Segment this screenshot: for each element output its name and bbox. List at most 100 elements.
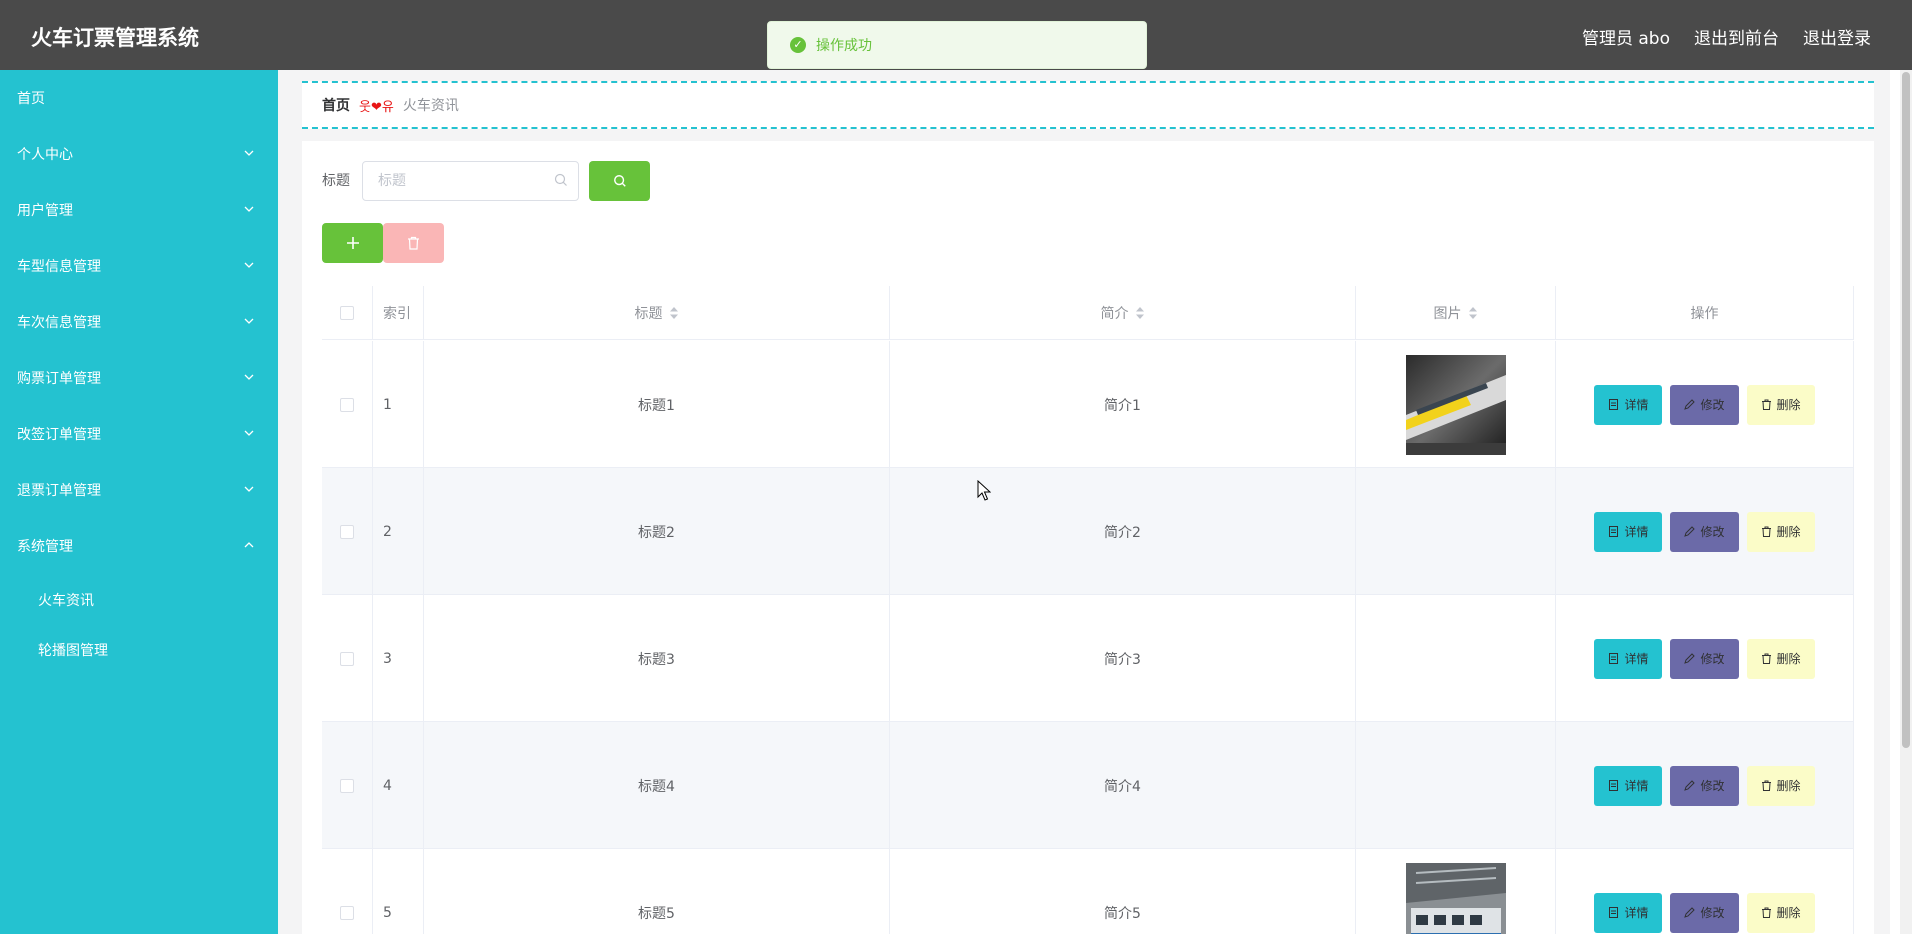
header-image[interactable]: 图片 bbox=[1356, 286, 1556, 340]
table-header: 索引 标题 简介 图片 操作 bbox=[322, 286, 1854, 340]
success-toast: ✓ 操作成功 bbox=[767, 21, 1147, 69]
detail-button[interactable]: 详情 bbox=[1594, 384, 1663, 425]
sidebar-item-train-schedule[interactable]: 车次信息管理 bbox=[0, 294, 278, 350]
sort-icon[interactable] bbox=[669, 306, 679, 320]
header-title[interactable]: 标题 bbox=[424, 286, 890, 340]
sidebar-item-label: 购票订单管理 bbox=[17, 371, 101, 387]
delete-button[interactable]: 删除 bbox=[1746, 384, 1815, 425]
detail-button[interactable]: 详情 bbox=[1594, 511, 1663, 552]
search-button[interactable] bbox=[589, 161, 650, 201]
sidebar-item-ticket-orders[interactable]: 购票订单管理 bbox=[0, 350, 278, 406]
row-checkbox[interactable] bbox=[340, 778, 354, 793]
sidebar-item-label: 系统管理 bbox=[17, 539, 73, 555]
table-row: 3 标题3 简介3 详情 修改 删除 bbox=[322, 595, 1854, 722]
header-intro[interactable]: 简介 bbox=[890, 286, 1356, 340]
row-image-cell bbox=[1356, 341, 1556, 468]
table-row: 2 标题2 简介2 详情 修改 删除 bbox=[322, 468, 1854, 595]
delete-button[interactable]: 删除 bbox=[1746, 511, 1815, 552]
header-image-label: 图片 bbox=[1433, 306, 1462, 322]
delete-button-label: 删除 bbox=[1776, 652, 1801, 666]
admin-user-label[interactable]: 管理员 abo bbox=[1582, 24, 1670, 49]
add-button[interactable] bbox=[322, 223, 383, 263]
trash-icon bbox=[1761, 526, 1771, 537]
document-icon bbox=[1609, 653, 1619, 664]
row-checkbox[interactable] bbox=[340, 905, 354, 920]
row-title: 标题1 bbox=[424, 341, 890, 468]
sidebar-subitem-carousel-management[interactable]: 轮播图管理 bbox=[0, 625, 278, 675]
row-checkbox[interactable] bbox=[340, 651, 354, 666]
row-intro: 简介1 bbox=[890, 341, 1356, 468]
delete-button[interactable]: 删除 bbox=[1746, 892, 1815, 933]
sort-icon[interactable] bbox=[1468, 306, 1478, 320]
edit-button[interactable]: 修改 bbox=[1670, 892, 1739, 933]
header-index: 索引 bbox=[373, 286, 424, 340]
row-image-cell bbox=[1356, 468, 1556, 595]
sidebar-item-personal-center[interactable]: 个人中心 bbox=[0, 126, 278, 182]
table-row: 5 标题5 简介5 详情 修改 删除 bbox=[322, 849, 1854, 934]
row-checkbox[interactable] bbox=[340, 524, 354, 539]
train-thumbnail-image[interactable] bbox=[1405, 354, 1506, 455]
delete-button[interactable]: 删除 bbox=[1746, 765, 1815, 806]
plus-icon bbox=[346, 237, 359, 249]
edit-button[interactable]: 修改 bbox=[1670, 638, 1739, 679]
sidebar-item-change-orders[interactable]: 改签订单管理 bbox=[0, 406, 278, 462]
row-title: 标题3 bbox=[424, 595, 890, 722]
row-actions-cell: 详情 修改 删除 bbox=[1556, 849, 1854, 934]
table-row: 4 标题4 简介4 详情 修改 删除 bbox=[322, 722, 1854, 849]
chevron-down-icon bbox=[244, 374, 254, 380]
detail-button[interactable]: 详情 bbox=[1594, 892, 1663, 933]
chevron-down-icon bbox=[244, 486, 254, 492]
sidebar-item-train-model[interactable]: 车型信息管理 bbox=[0, 238, 278, 294]
edit-button[interactable]: 修改 bbox=[1670, 765, 1739, 806]
breadcrumb-home[interactable]: 首页 bbox=[322, 95, 350, 115]
detail-button[interactable]: 详情 bbox=[1594, 638, 1663, 679]
trash-icon bbox=[1761, 399, 1771, 410]
header-actions: 操作 bbox=[1556, 286, 1854, 340]
row-intro: 简介5 bbox=[890, 849, 1356, 934]
train-station-thumbnail-image[interactable] bbox=[1405, 862, 1506, 934]
delete-button[interactable]: 删除 bbox=[1746, 638, 1815, 679]
sidebar-item-system-management[interactable]: 系统管理 bbox=[0, 518, 278, 574]
sidebar-item-user-management[interactable]: 用户管理 bbox=[0, 182, 278, 238]
row-title: 标题4 bbox=[424, 722, 890, 849]
edit-button[interactable]: 修改 bbox=[1670, 511, 1739, 552]
app-title: 火车订票管理系统 bbox=[31, 26, 199, 50]
document-icon bbox=[1609, 399, 1619, 410]
trash-icon bbox=[1761, 653, 1771, 664]
edit-button-label: 修改 bbox=[1700, 779, 1725, 793]
trash-icon bbox=[1761, 907, 1771, 918]
chevron-down-icon bbox=[244, 262, 254, 268]
detail-button[interactable]: 详情 bbox=[1594, 765, 1663, 806]
row-image-cell bbox=[1356, 722, 1556, 849]
success-icon: ✓ bbox=[790, 37, 806, 53]
delete-button-label: 删除 bbox=[1776, 779, 1801, 793]
logout-link[interactable]: 退出登录 bbox=[1803, 24, 1871, 49]
sidebar-subitem-train-news[interactable]: 火车资讯 bbox=[0, 575, 278, 625]
search-input[interactable] bbox=[362, 161, 579, 201]
document-icon bbox=[1609, 526, 1619, 537]
edit-button[interactable]: 修改 bbox=[1670, 384, 1739, 425]
back-to-front-link[interactable]: 退出到前台 bbox=[1694, 24, 1779, 49]
search-icon bbox=[554, 173, 567, 186]
header-title-label: 标题 bbox=[634, 306, 663, 322]
page-scrollbar[interactable] bbox=[1900, 70, 1912, 934]
scrollbar-thumb[interactable] bbox=[1902, 72, 1910, 748]
sidebar-item-home[interactable]: 首页 bbox=[0, 70, 278, 126]
search-icon bbox=[613, 175, 626, 187]
batch-delete-button[interactable] bbox=[383, 223, 444, 263]
document-icon bbox=[1609, 907, 1619, 918]
edit-button-label: 修改 bbox=[1700, 906, 1725, 920]
row-actions-cell: 详情 修改 删除 bbox=[1556, 595, 1854, 722]
detail-button-label: 详情 bbox=[1624, 779, 1649, 793]
breadcrumb-current: 火车资讯 bbox=[402, 98, 459, 114]
chevron-down-icon bbox=[244, 318, 254, 324]
select-all-checkbox[interactable] bbox=[340, 306, 354, 320]
chevron-up-icon bbox=[244, 542, 254, 548]
sidebar-item-label: 个人中心 bbox=[17, 147, 73, 163]
sort-icon[interactable] bbox=[1135, 306, 1145, 320]
table-row: 1 标题1 简介1 详情 修改 删除 bbox=[322, 341, 1854, 468]
row-checkbox[interactable] bbox=[340, 397, 354, 412]
row-select-cell bbox=[322, 468, 373, 595]
toast-message: 操作成功 bbox=[816, 38, 872, 54]
sidebar-item-refund-orders[interactable]: 退票订单管理 bbox=[0, 462, 278, 518]
